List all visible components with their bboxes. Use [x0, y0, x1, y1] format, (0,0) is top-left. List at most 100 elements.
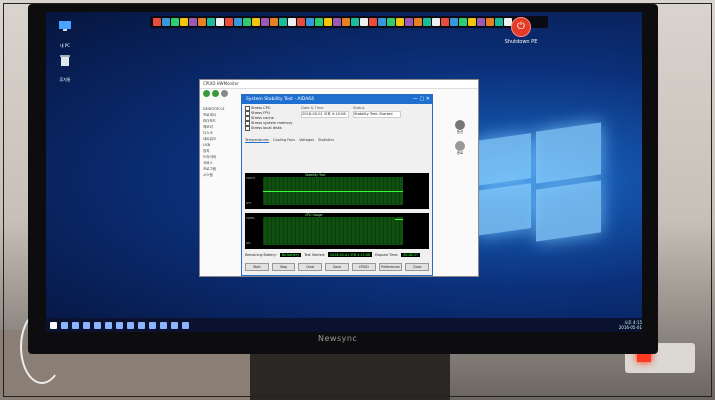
system-stability-test-window: System Stability Test - AIDA64 — ▢ ✕ Str…: [241, 94, 433, 276]
app-icon[interactable]: [405, 18, 413, 26]
app-icon[interactable]: [315, 18, 323, 26]
desktop-icon-label: 내 PC: [59, 43, 71, 48]
app-icon[interactable]: [270, 18, 278, 26]
taskbar-app-icon[interactable]: [160, 321, 167, 329]
taskbar-app-icon[interactable]: [127, 321, 134, 329]
tab-cooling-fans[interactable]: Cooling Fans: [273, 138, 295, 143]
app-icon[interactable]: [396, 18, 404, 26]
app-icon[interactable]: [477, 18, 485, 26]
remaining-value: No battery: [279, 252, 302, 257]
app-icon[interactable]: [288, 18, 296, 26]
taskbar-app-icon[interactable]: [138, 321, 145, 329]
stress-checkboxes: Stress CPU Stress FPU Stress cache Stress s…: [245, 106, 297, 136]
side-action-label: 옵션: [456, 130, 464, 134]
app-icon[interactable]: [180, 18, 188, 26]
refresh-icon[interactable]: [221, 90, 228, 97]
back-icon[interactable]: [203, 90, 210, 97]
desktop-icon-pc[interactable]: 내 PC: [50, 18, 80, 51]
app-icon[interactable]: [486, 18, 494, 26]
y-axis-top: 100%: [246, 216, 255, 220]
graph-label: Stability Test: [305, 173, 326, 177]
side-action-label: 종료: [456, 151, 464, 155]
desktop-icon-recycle-bin[interactable]: 휴지통: [50, 52, 80, 85]
preferences-button[interactable]: Preferences: [378, 263, 403, 271]
taskbar-app-icon[interactable]: [171, 321, 178, 329]
save-button[interactable]: Save: [325, 263, 349, 271]
tab-statistics[interactable]: Statistics: [318, 138, 334, 143]
monitor-brand: Newsync: [318, 334, 358, 343]
taskbar-app-icon[interactable]: [116, 321, 123, 329]
clear-button[interactable]: Clear: [298, 263, 323, 271]
app-icon[interactable]: [423, 18, 431, 26]
app-icon[interactable]: [360, 18, 368, 26]
app-icon[interactable]: [234, 18, 242, 26]
taskbar-app-icon[interactable]: [182, 321, 189, 329]
taskbar-clock[interactable]: 오후 4:15 2016-05-01: [619, 320, 642, 330]
app-icon[interactable]: [189, 18, 197, 26]
date-value: 2016-05-01 오후 4:15:08: [301, 111, 349, 118]
cpuid-button[interactable]: CPUID: [351, 263, 376, 271]
stress-checkbox[interactable]: Stress local disks: [245, 126, 297, 131]
app-icon[interactable]: [216, 18, 224, 26]
app-icon[interactable]: [441, 18, 449, 26]
app-icon[interactable]: [369, 18, 377, 26]
checkbox-icon[interactable]: [245, 126, 250, 131]
test-started-value: 2016-05-01 오후 4:15:08: [328, 252, 373, 257]
options-icon[interactable]: [455, 120, 465, 130]
y-axis-top: 100°C: [246, 176, 256, 180]
taskbar-app-icon[interactable]: [94, 321, 101, 329]
desktop-icon-label: 휴지통: [59, 77, 71, 82]
app-icon[interactable]: [153, 18, 161, 26]
app-icon[interactable]: [279, 18, 287, 26]
tab-strip: Temperatures Cooling Fans Voltages Statisti…: [242, 138, 432, 143]
taskbar-app-icon[interactable]: [83, 321, 90, 329]
app-icon[interactable]: [171, 18, 179, 26]
app-icon[interactable]: [351, 18, 359, 26]
app-icon[interactable]: [207, 18, 215, 26]
app-icon[interactable]: [261, 18, 269, 26]
app-icon[interactable]: [243, 18, 251, 26]
tab-voltages[interactable]: Voltages: [299, 138, 314, 143]
tree-item[interactable]: 시스템: [203, 172, 243, 178]
shutdown-pe[interactable]: ⏻ Shutdown PE: [496, 17, 546, 45]
app-icon[interactable]: [324, 18, 332, 26]
taskbar-app-icon[interactable]: [149, 321, 156, 329]
taskbar-app-icon[interactable]: [105, 321, 112, 329]
launcher-bar: [150, 16, 548, 28]
windows-logo: [476, 122, 606, 242]
app-icon[interactable]: [432, 18, 440, 26]
close-button[interactable]: Close: [405, 263, 430, 271]
shutdown-label: Shutdown PE: [504, 39, 538, 45]
exit-icon[interactable]: [455, 141, 465, 151]
test-options: Stress CPU Stress FPU Stress cache Stress s…: [242, 104, 432, 138]
app-icon[interactable]: [297, 18, 305, 26]
app-icon[interactable]: [225, 18, 233, 26]
app-icon[interactable]: [333, 18, 341, 26]
app-icon[interactable]: [162, 18, 170, 26]
app-icon[interactable]: [414, 18, 422, 26]
app-icon[interactable]: [252, 18, 260, 26]
taskbar-app-icon[interactable]: [72, 321, 79, 329]
app-icon[interactable]: [198, 18, 206, 26]
app-icon[interactable]: [342, 18, 350, 26]
taskbar-app-icon[interactable]: [61, 321, 68, 329]
tab-temperatures[interactable]: Temperatures: [245, 138, 269, 143]
app-icon[interactable]: [450, 18, 458, 26]
clock-date: 2016-05-01: [618, 325, 642, 330]
app-icon[interactable]: [468, 18, 476, 26]
app-icon[interactable]: [459, 18, 467, 26]
stop-button[interactable]: Stop: [271, 263, 296, 271]
device-tree: DESKTOP-01 프로세서 마더보드 메모리 디스크 네트워크 USB 장치 드라이버 서비스…: [203, 106, 243, 178]
start-icon[interactable]: [50, 321, 57, 329]
start-button[interactable]: Start: [245, 263, 269, 271]
window-titlebar: System Stability Test - AIDA64 — ▢ ✕: [242, 95, 432, 104]
forward-icon[interactable]: [212, 90, 219, 97]
date-column: Date & Time 2016-05-01 오후 4:15:08: [301, 106, 349, 136]
app-icon[interactable]: [387, 18, 395, 26]
app-icon[interactable]: [378, 18, 386, 26]
app-icon[interactable]: [306, 18, 314, 26]
graph-label: CPU Usage: [305, 213, 323, 217]
window-controls[interactable]: — ▢ ✕: [413, 95, 430, 104]
taskbar: 오후 4:15 2016-05-01: [46, 318, 642, 332]
recycle-bin-icon: [58, 52, 72, 66]
